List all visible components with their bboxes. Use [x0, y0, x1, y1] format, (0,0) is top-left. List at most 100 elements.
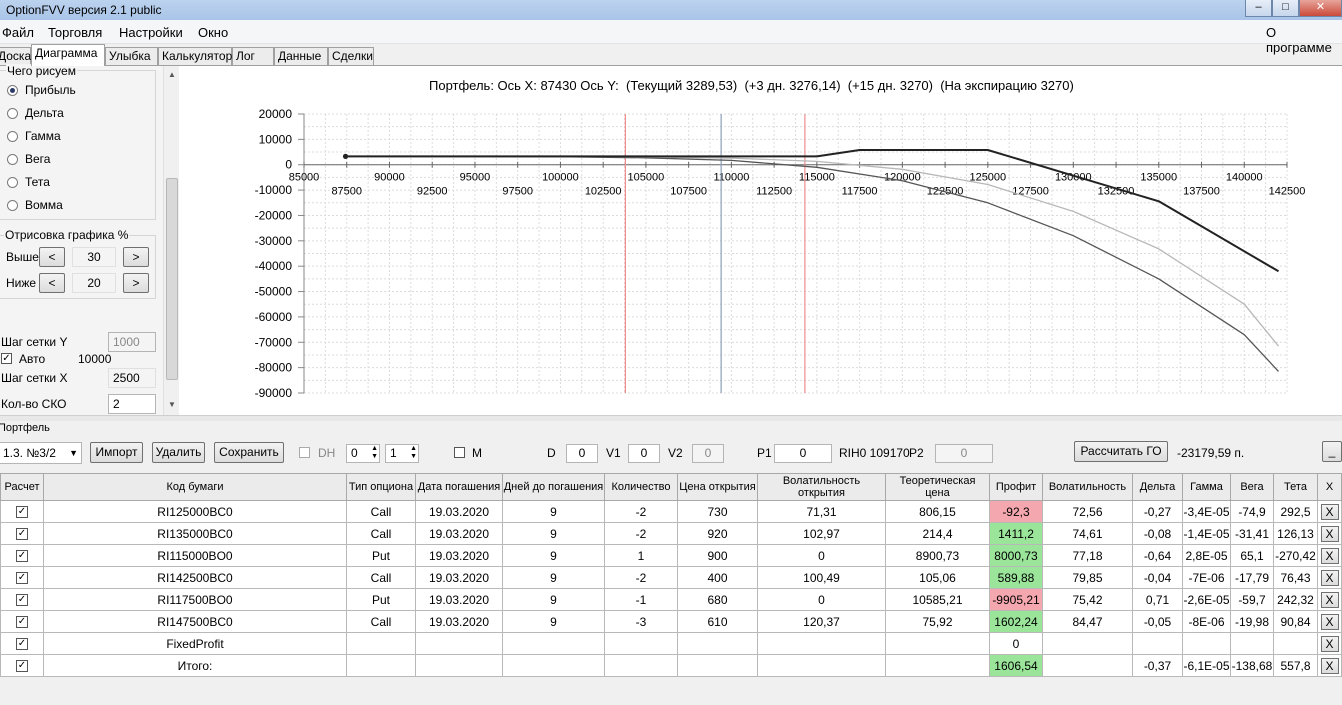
radio-profit[interactable]	[7, 85, 18, 96]
remove-row-button[interactable]: X	[1320, 635, 1339, 652]
sko-input[interactable]: 2	[108, 394, 156, 414]
p1-input[interactable]: 0	[774, 444, 832, 463]
calc-checkbox[interactable]: ✓	[16, 594, 28, 607]
tab-smile[interactable]: Улыбка	[105, 47, 158, 65]
spinner-arrows-icon[interactable]: ▲ ▼	[371, 445, 378, 461]
calc-go-button[interactable]: Рассчитать ГО	[1074, 441, 1168, 462]
calc-checkbox[interactable]: ✓	[16, 528, 28, 541]
theo-cell	[885, 654, 990, 677]
vol-cell: 74,61	[1042, 522, 1133, 545]
below-value[interactable]: 20	[72, 273, 116, 293]
save-button[interactable]: Сохранить	[214, 442, 284, 463]
type-cell: Call	[346, 610, 416, 633]
code-cell: RI135000BC0	[43, 522, 347, 545]
above-value[interactable]: 30	[72, 247, 116, 267]
portfolio-selector-value: 1.3. №3/2	[3, 446, 56, 460]
calc-checkbox[interactable]: ✓	[16, 572, 28, 585]
scroll-up-icon[interactable]: ▲	[168, 70, 176, 79]
grid-x-input[interactable]: 2500	[108, 368, 156, 388]
menu-trade[interactable]: Торговля	[48, 25, 102, 40]
chart-area: Портфель: Ось X: 87430 Ось Y: (Текущий 3…	[180, 66, 1342, 416]
col-date[interactable]: Дата погашения	[415, 473, 503, 501]
menu-window[interactable]: Окно	[198, 25, 228, 40]
remove-row-button[interactable]: X	[1320, 657, 1339, 674]
above-decrease-button[interactable]: <	[39, 247, 65, 267]
remove-cell: X	[1317, 632, 1342, 655]
col-delta[interactable]: Дельта	[1132, 473, 1183, 501]
auto-checkbox[interactable]: ✓	[1, 353, 12, 364]
spinner-2[interactable]: 1 ▲ ▼	[385, 444, 419, 463]
col-theo[interactable]: Теоретическая цена	[885, 473, 990, 501]
x-tick-label: 127500	[1012, 186, 1049, 198]
v1-input[interactable]: 0	[628, 444, 660, 463]
close-window-button[interactable]: ✕	[1299, 0, 1342, 17]
col-type[interactable]: Тип опциона	[346, 473, 416, 501]
col-vol[interactable]: Волатильность	[1042, 473, 1133, 501]
remove-row-button[interactable]: X	[1320, 547, 1339, 564]
spinner-1[interactable]: 0 ▲ ▼	[346, 444, 380, 463]
col-theta[interactable]: Тета	[1273, 473, 1318, 501]
delta-cell: -0,64	[1132, 544, 1183, 567]
code-cell: RI142500BC0	[43, 566, 347, 589]
tab-calculator[interactable]: Калькулятор	[158, 47, 232, 65]
tab-data[interactable]: Данные	[274, 47, 328, 65]
remove-row-button[interactable]: X	[1320, 503, 1339, 520]
calc-checkbox[interactable]: ✓	[16, 506, 28, 519]
calc-cell: ✓	[0, 522, 44, 545]
minimize-window-button[interactable]: –	[1245, 0, 1272, 17]
y-tick-label: 0	[285, 158, 292, 172]
col-calc[interactable]: Расчет	[0, 473, 44, 501]
remove-row-button[interactable]: X	[1320, 591, 1339, 608]
minimize-panel-button[interactable]: _	[1322, 441, 1342, 462]
vega-cell: -19,98	[1230, 610, 1274, 633]
radio-gamma[interactable]	[7, 131, 18, 142]
chevron-down-icon[interactable]: ▼	[69, 443, 78, 463]
remove-row-button[interactable]: X	[1320, 569, 1339, 586]
delete-button[interactable]: Удалить	[152, 442, 205, 463]
radio-vomma[interactable]	[7, 200, 18, 211]
below-increase-button[interactable]: >	[123, 273, 149, 293]
scroll-down-icon[interactable]: ▼	[168, 400, 176, 409]
radio-delta[interactable]	[7, 108, 18, 119]
col-price[interactable]: Цена открытия	[677, 473, 758, 501]
menu-file[interactable]: Файл	[2, 25, 34, 40]
tab-board[interactable]: Доска	[0, 47, 31, 65]
calc-checkbox[interactable]: ✓	[16, 616, 28, 629]
col-code[interactable]: Код бумаги	[43, 473, 347, 501]
tab-log[interactable]: Лог	[232, 47, 274, 65]
m-checkbox[interactable]	[454, 447, 465, 458]
d-input[interactable]: 0	[566, 444, 598, 463]
dh-checkbox[interactable]	[299, 447, 310, 458]
grid-y-input[interactable]: 1000	[108, 332, 156, 352]
radio-theta[interactable]	[7, 177, 18, 188]
menu-settings[interactable]: Настройки	[119, 25, 183, 40]
col-profit[interactable]: Профит	[989, 473, 1043, 501]
import-button[interactable]: Импорт	[90, 442, 143, 463]
remove-row-button[interactable]: X	[1320, 525, 1339, 542]
calc-checkbox[interactable]: ✓	[16, 660, 28, 673]
above-increase-button[interactable]: >	[123, 247, 149, 267]
v2-input[interactable]: 0	[692, 444, 724, 463]
p2-input[interactable]: 0	[935, 444, 993, 463]
remove-row-button[interactable]: X	[1320, 613, 1339, 630]
draw-what-group	[0, 70, 156, 220]
col-x[interactable]: X	[1317, 473, 1342, 501]
col-vol-open[interactable]: Волатильность открытия	[757, 473, 886, 501]
col-vega[interactable]: Вега	[1230, 473, 1274, 501]
tab-diagram[interactable]: Диаграмма	[31, 44, 105, 66]
col-gamma[interactable]: Гамма	[1182, 473, 1231, 501]
col-days[interactable]: Дней до погашения	[502, 473, 605, 501]
scrollbar-thumb[interactable]	[166, 178, 178, 380]
x-tick-label: 97500	[502, 186, 533, 198]
maximize-window-button[interactable]: □	[1272, 0, 1299, 17]
calc-checkbox[interactable]: ✓	[16, 638, 28, 651]
tab-deals[interactable]: Сделки	[328, 47, 374, 65]
col-qty[interactable]: Количество	[604, 473, 678, 501]
radio-vega[interactable]	[7, 154, 18, 165]
calc-checkbox[interactable]: ✓	[16, 550, 28, 563]
spinner-arrows-icon[interactable]: ▲ ▼	[410, 445, 417, 461]
below-decrease-button[interactable]: <	[39, 273, 65, 293]
portfolio-selector[interactable]: 1.3. №3/2 ▼	[0, 442, 82, 464]
qty-cell: -1	[604, 588, 678, 611]
settings-scrollbar[interactable]: ▲ ▼	[163, 66, 179, 416]
